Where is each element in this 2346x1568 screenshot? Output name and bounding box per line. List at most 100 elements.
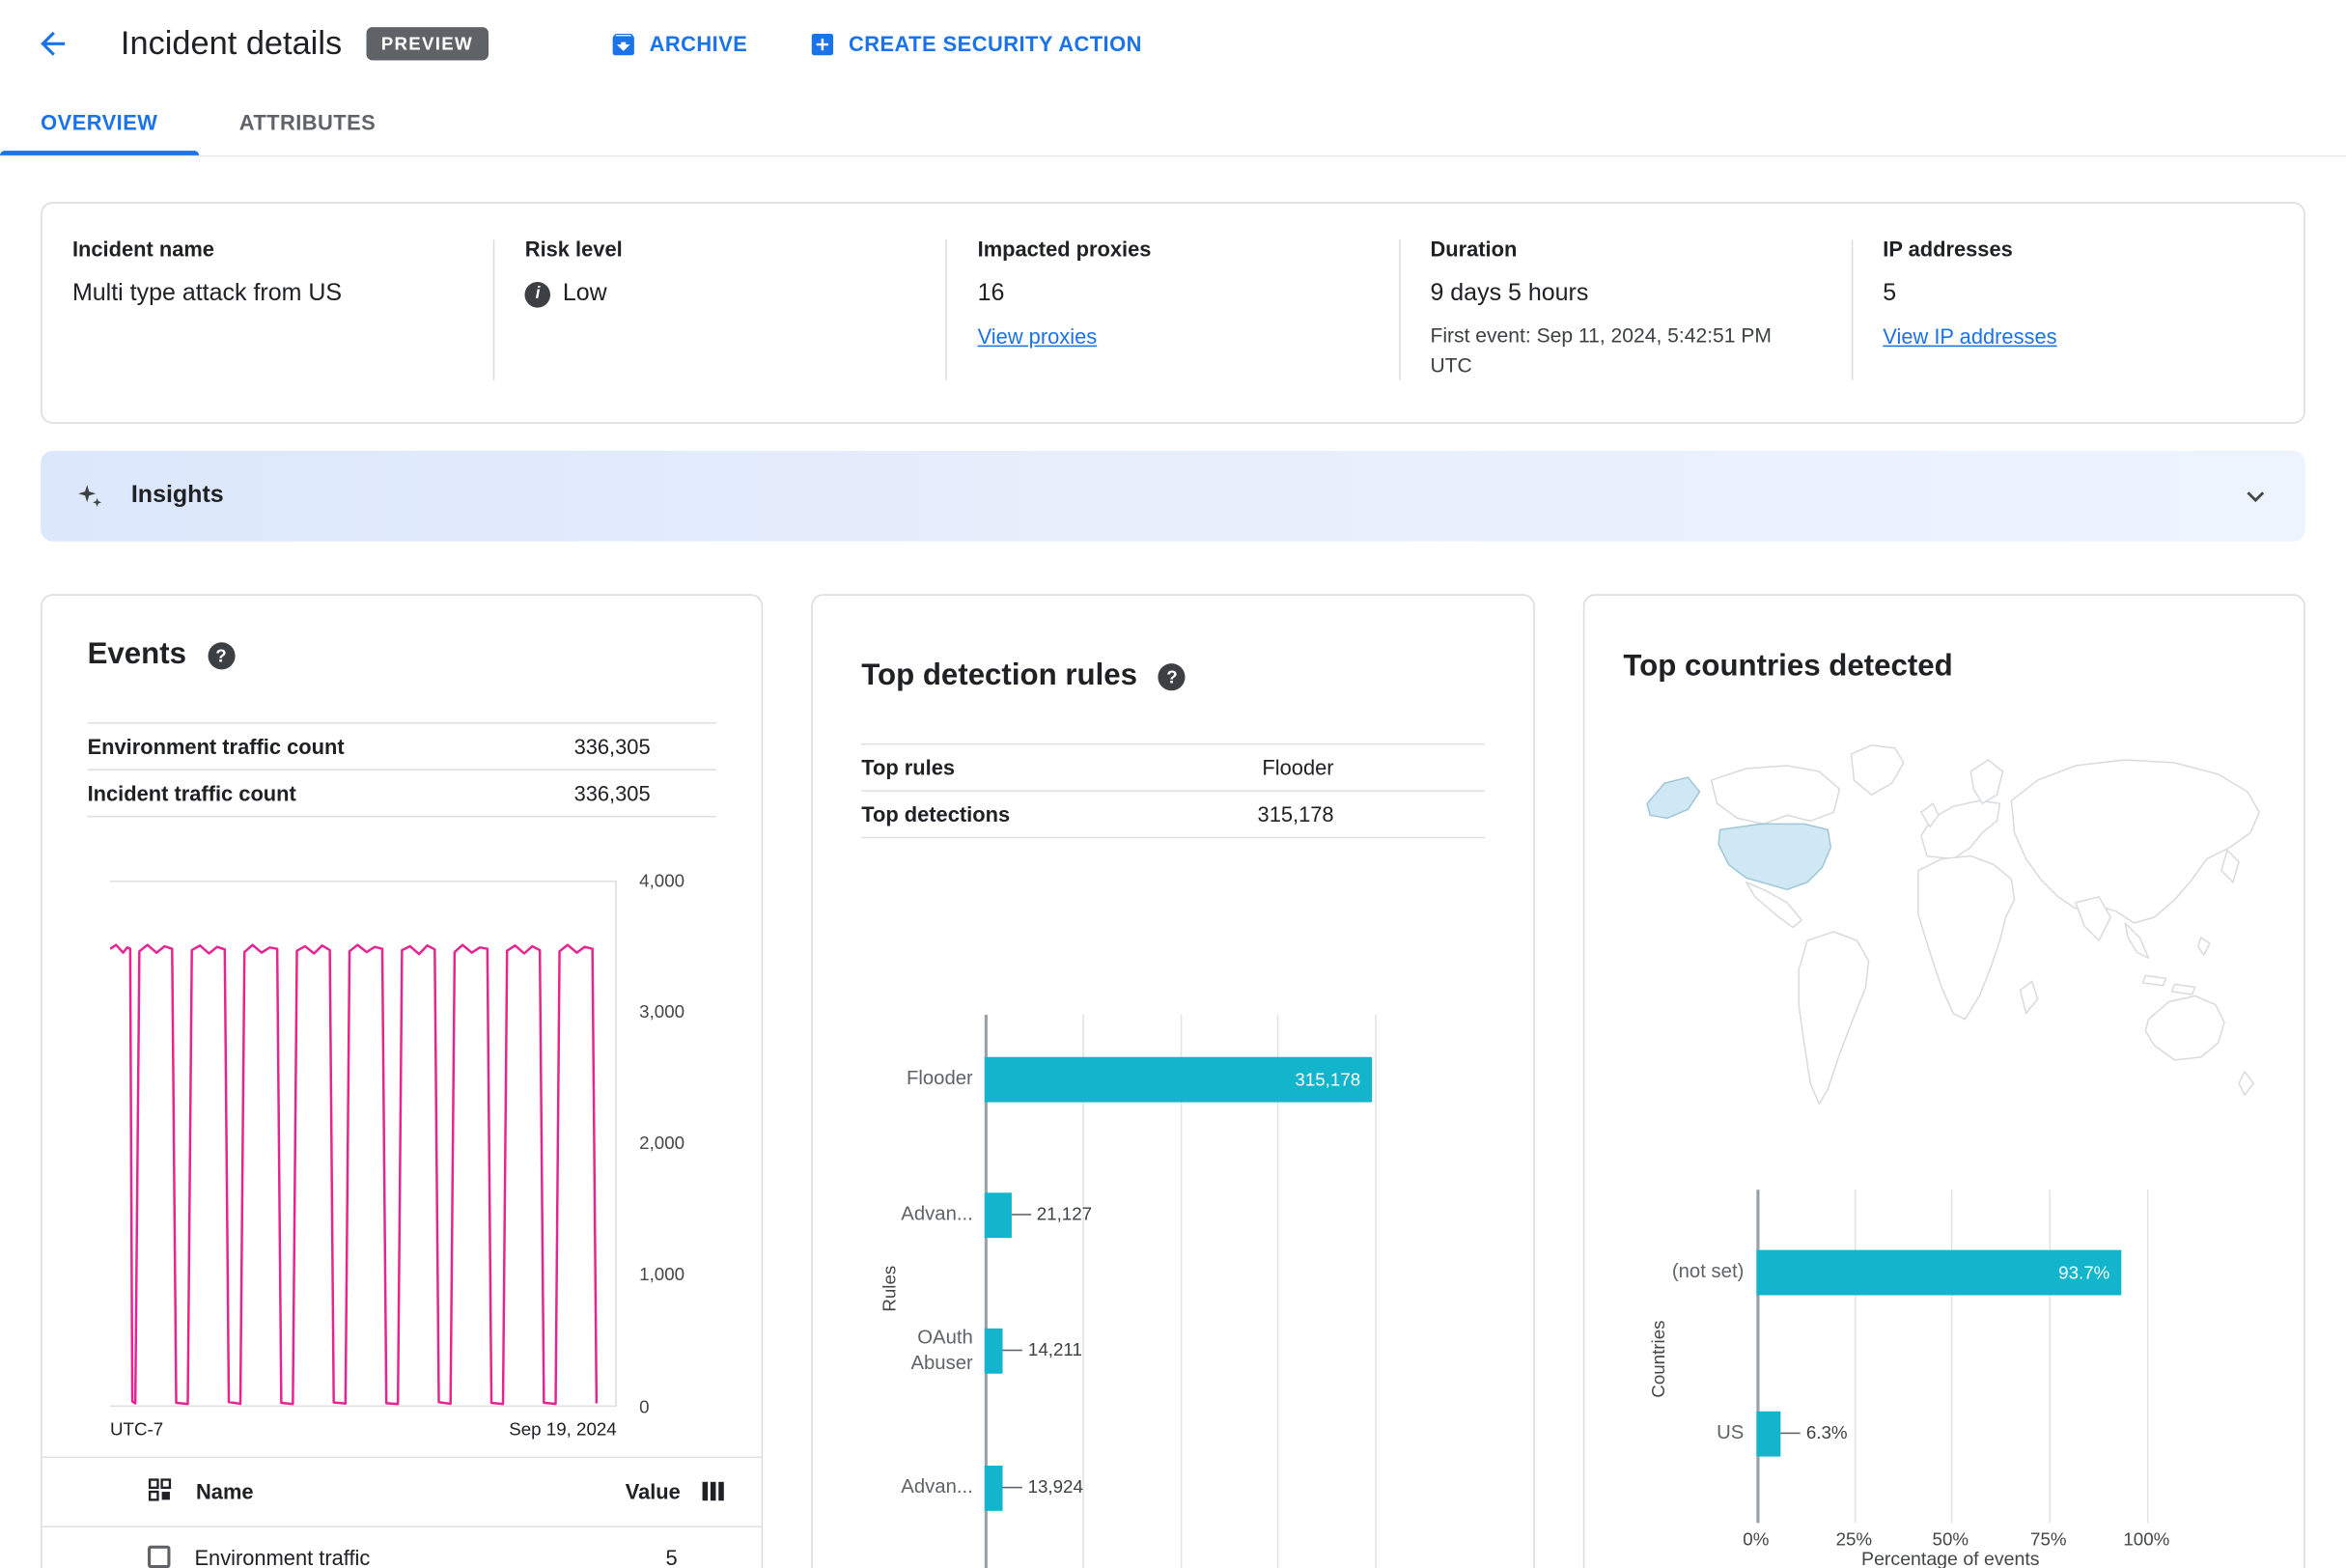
category-label: OAuth Abuser xyxy=(910,1326,973,1373)
legend-name-header: Name xyxy=(196,1479,254,1504)
category-label: (not set) xyxy=(1671,1259,1745,1283)
incident-summary-card: Incident name Multi type attack from US … xyxy=(41,202,2305,424)
y-axis-title: Countries xyxy=(1647,1319,1669,1397)
chevron-down-icon[interactable] xyxy=(2239,479,2272,512)
table-row: Incident traffic count 336,305 xyxy=(87,770,717,817)
tab-bar: OVERVIEW ATTRIBUTES xyxy=(0,88,2346,157)
back-button[interactable] xyxy=(33,24,72,64)
page-title: Incident details xyxy=(120,23,343,63)
gridline xyxy=(2146,1189,2148,1523)
plot-area xyxy=(110,880,617,1407)
insights-banner[interactable]: Insights xyxy=(41,450,2305,541)
bar xyxy=(1755,1410,1781,1456)
field-label: Impacted proxies xyxy=(977,237,1152,262)
bar xyxy=(985,1191,1012,1238)
legend-grid-icon[interactable] xyxy=(148,1477,172,1506)
y-axis-tick-label: 1,000 xyxy=(639,1264,685,1285)
add-box-icon xyxy=(811,33,833,55)
events-stats-table: Environment traffic count 336,305 Incide… xyxy=(87,721,717,817)
view-proxies-link[interactable]: View proxies xyxy=(978,324,1098,349)
category-label: US xyxy=(1717,1420,1745,1444)
stat-value: 336,305 xyxy=(573,733,651,758)
stat-value: 336,305 xyxy=(573,780,651,805)
summary-ip-addresses: IP addresses 5 View IP addresses xyxy=(1853,237,2304,382)
archive-button[interactable]: ARCHIVE xyxy=(608,29,747,58)
x-axis-title: Percentage of events xyxy=(1861,1548,2040,1568)
stat-label: Incident traffic count xyxy=(87,780,296,805)
bar-value-label: 14,211 xyxy=(1027,1338,1082,1359)
field-label: Risk level xyxy=(524,237,623,262)
sparkle-icon xyxy=(78,484,102,507)
archive-icon xyxy=(612,33,634,55)
bar xyxy=(985,1465,1003,1511)
page-header: Incident details PREVIEW ARCHIVE CREATE … xyxy=(0,0,2346,88)
tab-overview[interactable]: OVERVIEW xyxy=(0,88,199,155)
field-value: 9 days 5 hours xyxy=(1430,280,1589,307)
world-map xyxy=(1623,724,2264,1134)
stat-label: Top rules xyxy=(861,754,956,779)
archive-button-label: ARCHIVE xyxy=(649,31,748,56)
x-axis-tick-label: 25% xyxy=(1835,1527,1873,1550)
summary-impacted-proxies: Impacted proxies 16 View proxies xyxy=(947,237,1398,382)
bar xyxy=(985,1328,1003,1373)
value-connector-line xyxy=(1780,1431,1801,1435)
field-label: IP addresses xyxy=(1883,237,2013,262)
tab-attributes[interactable]: ATTRIBUTES xyxy=(199,88,417,155)
legend-value-header: Value xyxy=(625,1479,681,1504)
y-axis-tick-label: 3,000 xyxy=(639,1000,685,1022)
gridline xyxy=(1854,1189,1856,1523)
create-security-action-button[interactable]: CREATE SECURITY ACTION xyxy=(808,29,1142,58)
card-title: Top detection rules xyxy=(861,658,1138,692)
x-axis-label-right: Sep 19, 2024 xyxy=(509,1417,617,1440)
summary-incident-name: Incident name Multi type attack from US xyxy=(42,237,493,382)
category-label: Flooder xyxy=(906,1066,973,1090)
x-axis-tick-label: 75% xyxy=(2030,1527,2067,1550)
field-label: Incident name xyxy=(71,237,214,262)
table-row: Top detections 315,178 xyxy=(861,791,1485,838)
gridline xyxy=(1375,1014,1378,1568)
field-value: 16 xyxy=(977,280,1005,307)
charts-row: Events ? Environment traffic count 336,3… xyxy=(41,593,2305,1568)
bar-value-label: 6.3% xyxy=(1805,1420,1848,1442)
create-security-action-label: CREATE SECURITY ACTION xyxy=(848,31,1142,56)
map-continents xyxy=(1710,743,2260,1105)
top-detection-rules-card: Top detection rules ? Top rules Flooder … xyxy=(811,593,1535,1568)
category-label: Advan... xyxy=(901,1202,973,1225)
columns-icon[interactable] xyxy=(702,1479,726,1503)
insights-label: Insights xyxy=(130,481,224,508)
y-axis-tick-label: 4,000 xyxy=(639,869,685,891)
view-ip-addresses-link[interactable]: View IP addresses xyxy=(1883,324,2056,349)
legend-header: Name Value xyxy=(42,1457,763,1527)
bar-value-label: 13,924 xyxy=(1027,1475,1083,1497)
info-icon: i xyxy=(524,281,551,307)
x-axis-tick-label: 0% xyxy=(1743,1527,1770,1550)
category-label: Advan... xyxy=(901,1474,973,1498)
legend-checkbox[interactable] xyxy=(148,1545,171,1568)
table-row: Environment traffic count 336,305 xyxy=(87,723,717,770)
y-axis-tick-label: 0 xyxy=(639,1395,650,1417)
x-axis-tick-label: 50% xyxy=(1932,1527,1969,1550)
back-arrow-icon xyxy=(41,31,66,56)
stat-label: Top detections xyxy=(861,801,1011,826)
bar-with-value-label: 315,178 xyxy=(985,1055,1373,1102)
gridline xyxy=(2048,1189,2051,1523)
y-axis-title: Rules xyxy=(879,1264,901,1311)
y-axis-tick-label: 2,000 xyxy=(639,1132,685,1154)
traffic-line-series xyxy=(110,942,599,1405)
value-connector-line xyxy=(1011,1213,1031,1216)
help-icon[interactable]: ? xyxy=(1158,662,1186,690)
x-axis-tick-label: 100% xyxy=(2123,1527,2170,1550)
gridline xyxy=(1950,1189,1952,1523)
card-title: Events xyxy=(87,637,187,671)
rules-stats-table: Top rules Flooder Top detections 315,178 xyxy=(861,742,1485,838)
chart-legend: Name Value Environment traffic 5 xyxy=(42,1455,763,1568)
bar-with-value-label: 93.7% xyxy=(1755,1248,2122,1295)
incident-details-page: Incident details PREVIEW ARCHIVE CREATE … xyxy=(0,0,2346,1568)
legend-series-value: 5 xyxy=(665,1544,678,1568)
help-icon[interactable]: ? xyxy=(207,641,235,669)
events-line-chart: UTC-7 Sep 19, 2024 0 1,000 2,000 3,000 4,000 xyxy=(88,823,717,1456)
gridline xyxy=(1755,1189,1759,1523)
card-title: Top countries detected xyxy=(1623,650,1953,684)
countries-bar-chart: Countries (not set) 93.7% US 6.3% 0% 25% 50% 75… xyxy=(1623,1150,2264,1568)
summary-risk-level: Risk level i Low xyxy=(495,237,946,382)
